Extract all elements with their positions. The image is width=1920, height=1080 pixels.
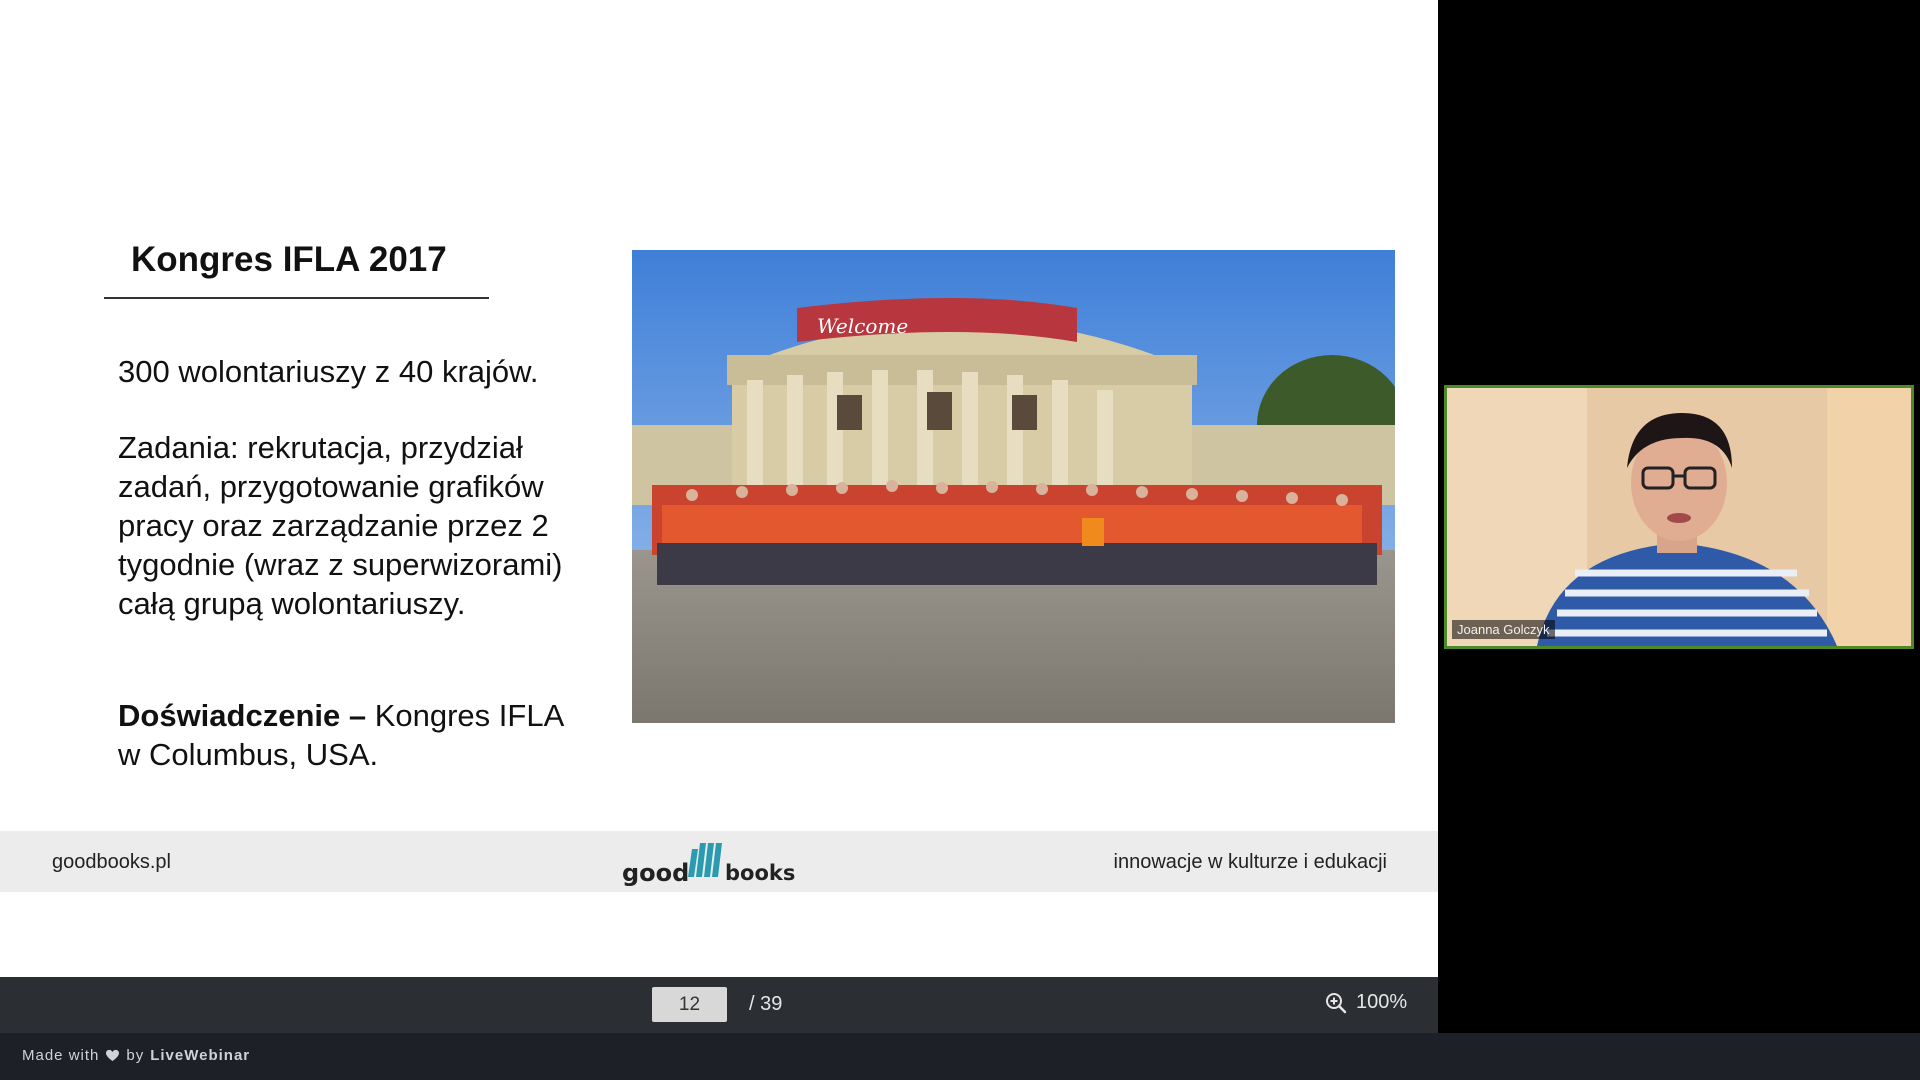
heart-icon [106, 1049, 120, 1062]
made-with-text: Made with [22, 1047, 100, 1064]
slide-paragraph-volunteers: 300 wolontariuszy z 40 krajów. [118, 354, 539, 389]
made-with-label[interactable]: Made with by LiveWebinar [22, 1047, 250, 1064]
zoom-control[interactable]: 100% [1325, 991, 1407, 1014]
presentation-controls: / 39 100% [0, 977, 1438, 1033]
zoom-in-icon[interactable] [1325, 992, 1347, 1014]
slide-title: Kongres IFLA 2017 [131, 240, 447, 279]
footer-tagline: innowacje w kulturze i edukacji [1113, 851, 1387, 873]
participant-name-label: Joanna Golczyk [1452, 620, 1555, 639]
footer-website: goodbooks.pl [52, 851, 171, 873]
title-underline [104, 297, 489, 299]
branding-bar: Made with by LiveWebinar [0, 1033, 1920, 1080]
page-number-input[interactable] [652, 987, 727, 1022]
presentation-slide: Kongres IFLA 2017 300 wolontariuszy z 40… [0, 0, 1438, 977]
livewebinar-brand[interactable]: LiveWebinar [150, 1047, 250, 1064]
by-text: by [126, 1047, 145, 1064]
slide-paragraph-experience: Doświadczenie – Kongres IFLA w Columbus,… [118, 696, 578, 774]
webcam-video-feed [1447, 388, 1911, 646]
logo-books-stripes-icon [688, 843, 722, 877]
volunteers-group-photo: Welcome [632, 250, 1395, 723]
zoom-level: 100% [1356, 991, 1408, 1013]
slide-paragraph-tasks: Zadania: rekrutacja, przydział zadań, pr… [118, 430, 563, 621]
experience-label: Doświadczenie – [118, 698, 367, 733]
banner-welcome-text: Welcome [817, 314, 908, 338]
logo-good-text: good [622, 859, 690, 887]
webcam-video-tile[interactable]: Joanna Golczyk [1444, 385, 1914, 649]
slide-footer: goodbooks.pl good books innowacje w kult… [0, 831, 1438, 892]
page-total: / 39 [749, 993, 783, 1015]
logo-books-text: books [725, 861, 796, 885]
